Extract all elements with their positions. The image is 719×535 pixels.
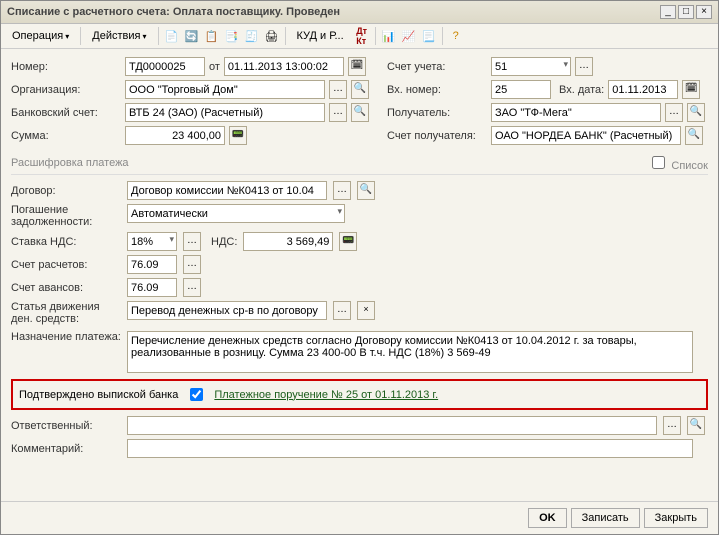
payment-order-link[interactable]: Платежное поручение № 25 от 01.11.2013 г… bbox=[214, 389, 438, 401]
org-label: Организация: bbox=[11, 84, 121, 96]
ot-label: от bbox=[209, 61, 220, 73]
minimize-button[interactable]: _ bbox=[660, 5, 676, 19]
refresh-icon[interactable]: 🔄 bbox=[183, 27, 201, 45]
org-picker[interactable]: … bbox=[329, 80, 347, 99]
contract-search[interactable]: 🔍 bbox=[357, 181, 375, 200]
acct2-picker[interactable]: … bbox=[183, 278, 201, 297]
flow-clear[interactable]: × bbox=[357, 301, 375, 320]
acct1-picker[interactable]: … bbox=[183, 255, 201, 274]
acct2-field[interactable] bbox=[127, 278, 177, 297]
list-checkbox[interactable] bbox=[652, 156, 665, 169]
recv-search[interactable]: 🔍 bbox=[687, 103, 705, 122]
confirm-row: Подтверждено выпиской банка Платежное по… bbox=[11, 379, 708, 410]
nds-label: НДС: bbox=[211, 236, 237, 248]
post-icon[interactable]: 📄 bbox=[163, 27, 181, 45]
recv-label: Получатель: bbox=[387, 107, 487, 119]
nds-field[interactable] bbox=[243, 232, 333, 251]
acct1-label: Счет расчетов: bbox=[11, 259, 121, 271]
acct-picker[interactable]: … bbox=[575, 57, 593, 76]
recv-picker[interactable]: … bbox=[665, 103, 683, 122]
purpose-field[interactable] bbox=[127, 331, 693, 373]
acct1-field[interactable] bbox=[127, 255, 177, 274]
acct2-label: Счет авансов: bbox=[11, 282, 121, 294]
list-label: Список bbox=[671, 160, 708, 172]
flow-picker[interactable]: … bbox=[333, 301, 351, 320]
operation-menu[interactable]: Операция▾ bbox=[5, 27, 76, 45]
flow-label: Статья движения ден. средств: bbox=[11, 301, 121, 325]
resp-search[interactable]: 🔍 bbox=[687, 416, 705, 435]
resp-picker[interactable]: … bbox=[663, 416, 681, 435]
tool2-icon[interactable]: 📈 bbox=[400, 27, 418, 45]
vhdate-label: Вх. дата: bbox=[559, 84, 604, 96]
vhnum-label: Вх. номер: bbox=[387, 84, 487, 96]
structure-icon[interactable]: 🧾 bbox=[243, 27, 261, 45]
sum-label: Сумма: bbox=[11, 130, 121, 142]
vhdate-field[interactable] bbox=[608, 80, 678, 99]
debt-field[interactable] bbox=[127, 204, 345, 223]
footer: OK Записать Закрыть bbox=[1, 501, 718, 534]
dtkt-icon[interactable]: ДтКт bbox=[353, 27, 371, 45]
recvacct-search[interactable]: 🔍 bbox=[685, 126, 703, 145]
kudir-button[interactable]: КУД и Р... bbox=[290, 27, 351, 45]
confirm-label: Подтверждено выпиской банка bbox=[19, 389, 178, 401]
resp-label: Ответственный: bbox=[11, 420, 121, 432]
bank-label: Банковский счет: bbox=[11, 107, 121, 119]
save-button[interactable]: Записать bbox=[571, 508, 640, 528]
number-label: Номер: bbox=[11, 61, 121, 73]
contract-field[interactable] bbox=[127, 181, 327, 200]
purpose-label: Назначение платежа: bbox=[11, 331, 121, 343]
basedon-icon[interactable]: 📑 bbox=[223, 27, 241, 45]
ok-button[interactable]: OK bbox=[528, 508, 567, 528]
ndsrate-picker[interactable]: … bbox=[183, 232, 201, 251]
resp-field[interactable] bbox=[127, 416, 657, 435]
tool1-icon[interactable]: 📊 bbox=[380, 27, 398, 45]
ndsrate-field[interactable] bbox=[127, 232, 177, 251]
vhdate-picker[interactable]: 🗓 bbox=[682, 80, 700, 99]
sum-field[interactable] bbox=[125, 126, 225, 145]
recv-field[interactable] bbox=[491, 103, 661, 122]
toolbar: Операция▾ Действия▾ 📄 🔄 📋 📑 🧾 🖨 КУД и Р.… bbox=[1, 24, 718, 49]
vhnum-field[interactable] bbox=[491, 80, 551, 99]
date-field[interactable] bbox=[224, 57, 344, 76]
org-search[interactable]: 🔍 bbox=[351, 80, 369, 99]
close-button[interactable]: Закрыть bbox=[644, 508, 708, 528]
confirm-checkbox[interactable] bbox=[190, 388, 203, 401]
tool3-icon[interactable]: 📃 bbox=[420, 27, 438, 45]
print-icon[interactable]: 🖨 bbox=[263, 27, 281, 45]
actions-menu[interactable]: Действия▾ bbox=[85, 27, 153, 45]
recvacct-field[interactable] bbox=[491, 126, 681, 145]
bank-search[interactable]: 🔍 bbox=[351, 103, 369, 122]
window-title: Списание с расчетного счета: Оплата пост… bbox=[7, 6, 658, 18]
org-field[interactable] bbox=[125, 80, 325, 99]
comment-field[interactable] bbox=[127, 439, 693, 458]
debt-label: Погашение задолженности: bbox=[11, 204, 121, 228]
repost-icon[interactable]: 📋 bbox=[203, 27, 221, 45]
section-title: Расшифровка платежа Список bbox=[11, 153, 708, 175]
help-icon[interactable]: ? bbox=[447, 27, 465, 45]
recvacct-label: Счет получателя: bbox=[387, 130, 487, 142]
contract-label: Договор: bbox=[11, 185, 121, 197]
sum-calc[interactable]: 📟 bbox=[229, 126, 247, 145]
flow-field[interactable] bbox=[127, 301, 327, 320]
number-field[interactable] bbox=[125, 57, 205, 76]
close-window-button[interactable]: × bbox=[696, 5, 712, 19]
contract-picker[interactable]: … bbox=[333, 181, 351, 200]
comment-label: Комментарий: bbox=[11, 443, 121, 455]
maximize-button[interactable]: □ bbox=[678, 5, 694, 19]
date-picker-button[interactable]: 🗓 bbox=[348, 57, 366, 76]
ndsrate-label: Ставка НДС: bbox=[11, 236, 121, 248]
titlebar: Списание с расчетного счета: Оплата пост… bbox=[1, 1, 718, 24]
bank-field[interactable] bbox=[125, 103, 325, 122]
bank-picker[interactable]: … bbox=[329, 103, 347, 122]
acct-label: Счет учета: bbox=[387, 61, 487, 73]
acct-field[interactable] bbox=[491, 57, 571, 76]
nds-calc[interactable]: 📟 bbox=[339, 232, 357, 251]
